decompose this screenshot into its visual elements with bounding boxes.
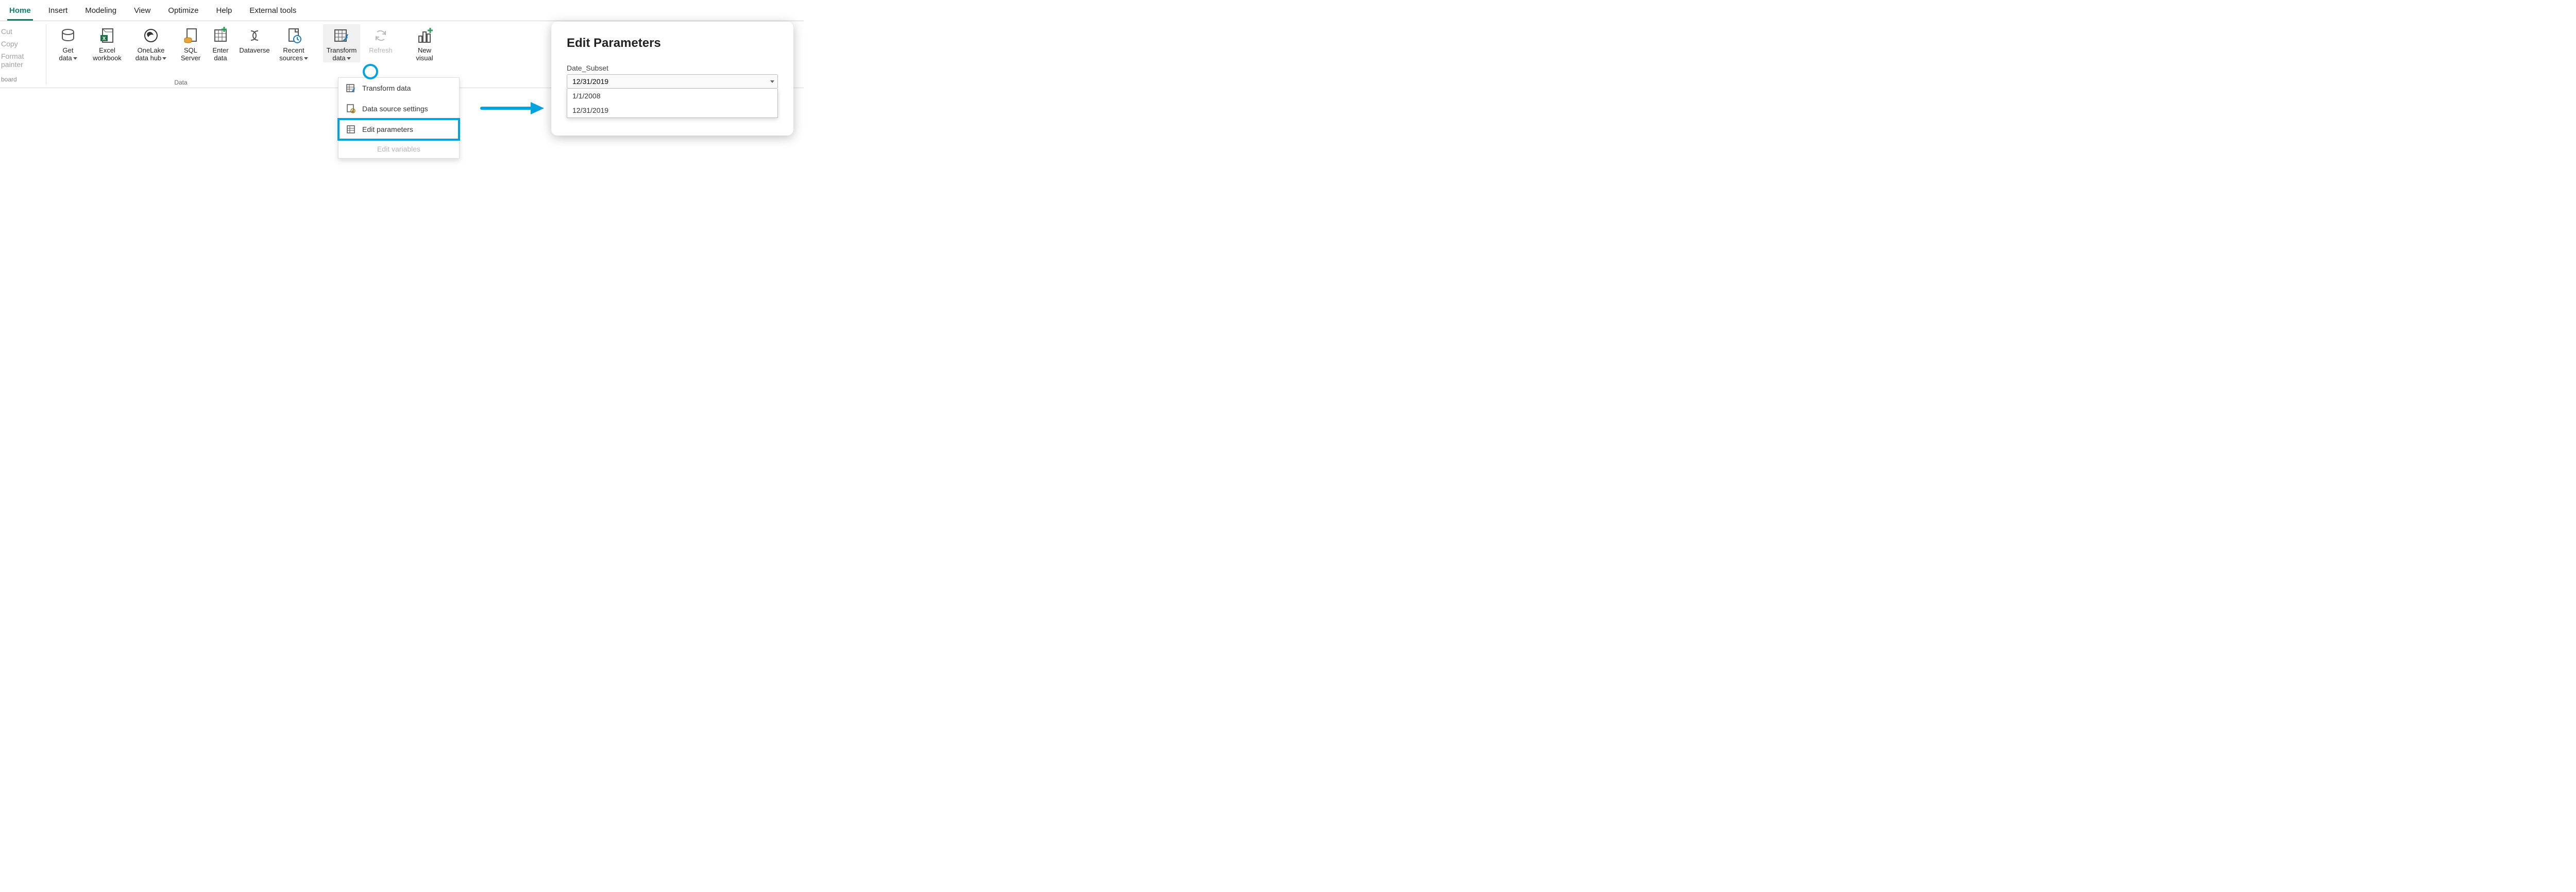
sql-sub: Server	[181, 54, 200, 62]
parameter-select-value: 12/31/2019	[572, 77, 608, 86]
tab-external-tools[interactable]: External tools	[247, 3, 298, 21]
get-data-sub: data	[59, 54, 72, 62]
data-group: Getdata X Excelworkbook OneLakedata hub …	[46, 24, 315, 88]
new-visual-button[interactable]: Newvisual	[410, 24, 439, 62]
onelake-sub: data hub	[135, 54, 162, 62]
edit-parameters-icon	[346, 124, 356, 134]
enter-data-icon	[212, 25, 229, 46]
refresh-icon	[372, 25, 389, 46]
menu-data-source-settings-label: Data source settings	[362, 105, 428, 113]
clipboard-group-label: board	[1, 74, 41, 85]
chevron-down-icon	[770, 80, 774, 83]
new-visual-sub: visual	[416, 54, 433, 62]
edit-parameters-dialog: Edit Parameters Date_Subset 12/31/2019 1…	[551, 22, 793, 136]
data-group-label: Data	[46, 79, 315, 86]
cut-button: Cut	[1, 25, 41, 38]
excel-workbook-button[interactable]: X Excelworkbook	[89, 24, 126, 62]
menu-edit-variables: Edit variables	[338, 140, 459, 158]
clipboard-group: Cut Copy Format painter board	[0, 24, 46, 85]
parameter-select[interactable]: 12/31/2019	[567, 74, 778, 89]
menu-edit-parameters[interactable]: Edit parameters	[338, 119, 459, 140]
tab-help[interactable]: Help	[214, 3, 234, 21]
transform-data-icon	[346, 83, 356, 93]
chevron-down-icon	[304, 57, 308, 60]
menu-transform-data[interactable]: Transform data	[338, 78, 459, 98]
ribbon-tabs: Home Insert Modeling View Optimize Help …	[0, 0, 804, 21]
arrow-icon	[479, 98, 546, 119]
refresh-button: Refresh	[362, 24, 399, 62]
dataverse-label: Dataverse	[239, 46, 269, 54]
tab-optimize[interactable]: Optimize	[166, 3, 200, 21]
excel-sub: workbook	[93, 54, 122, 62]
parameter-field-label: Date_Subset	[567, 64, 778, 72]
transform-data-dropdown: Transform data Data source settings Edit…	[338, 77, 460, 159]
transform-data-button[interactable]: Transformdata	[323, 24, 360, 62]
excel-icon: X	[98, 25, 116, 46]
menu-data-source-settings[interactable]: Data source settings	[338, 98, 459, 119]
tab-home[interactable]: Home	[7, 3, 33, 21]
chevron-down-icon	[347, 57, 351, 60]
enter-data-label: Enter	[212, 46, 228, 54]
new-visual-label: New	[418, 46, 431, 54]
menu-edit-parameters-label: Edit parameters	[362, 125, 413, 133]
transform-sub: data	[332, 54, 345, 62]
get-data-button[interactable]: Getdata	[49, 24, 87, 62]
dataverse-icon	[246, 25, 263, 46]
dataverse-button[interactable]: Dataverse	[236, 24, 273, 62]
parameter-options-list: 1/1/2008 12/31/2019	[567, 89, 778, 118]
recent-label: Recent	[283, 46, 304, 54]
svg-text:X: X	[103, 36, 106, 42]
sql-label: SQL	[184, 46, 197, 54]
menu-transform-data-label: Transform data	[362, 84, 411, 92]
parameter-option[interactable]: 1/1/2008	[567, 89, 777, 103]
parameter-option[interactable]: 12/31/2019	[567, 103, 777, 117]
copy-button: Copy	[1, 38, 41, 50]
refresh-label: Refresh	[369, 46, 393, 54]
menu-edit-variables-label: Edit variables	[377, 145, 420, 153]
transform-label: Transform	[327, 46, 357, 54]
new-visual-icon	[416, 25, 433, 46]
format-painter-button: Format painter	[1, 50, 41, 71]
recent-sources-icon	[285, 25, 302, 46]
onelake-button[interactable]: OneLakedata hub	[128, 24, 174, 62]
transform-data-icon	[333, 25, 350, 46]
tab-view[interactable]: View	[132, 3, 152, 21]
enter-data-button[interactable]: Enterdata	[207, 24, 234, 62]
get-data-icon	[59, 25, 77, 46]
recent-sub: sources	[279, 54, 303, 62]
dialog-title: Edit Parameters	[567, 36, 778, 51]
chevron-down-icon	[73, 57, 77, 60]
recent-sources-button[interactable]: Recentsources	[275, 24, 312, 62]
onelake-icon	[142, 25, 160, 46]
data-source-settings-icon	[346, 104, 356, 114]
sql-server-icon	[182, 25, 199, 46]
enter-data-sub: data	[214, 54, 227, 62]
tab-modeling[interactable]: Modeling	[83, 3, 118, 21]
chevron-down-icon	[162, 57, 166, 60]
excel-label: Excel	[99, 46, 115, 54]
sql-server-button[interactable]: SQLServer	[176, 24, 205, 62]
tab-insert[interactable]: Insert	[46, 3, 70, 21]
onelake-label: OneLake	[138, 46, 165, 54]
get-data-label: Get	[63, 46, 74, 54]
